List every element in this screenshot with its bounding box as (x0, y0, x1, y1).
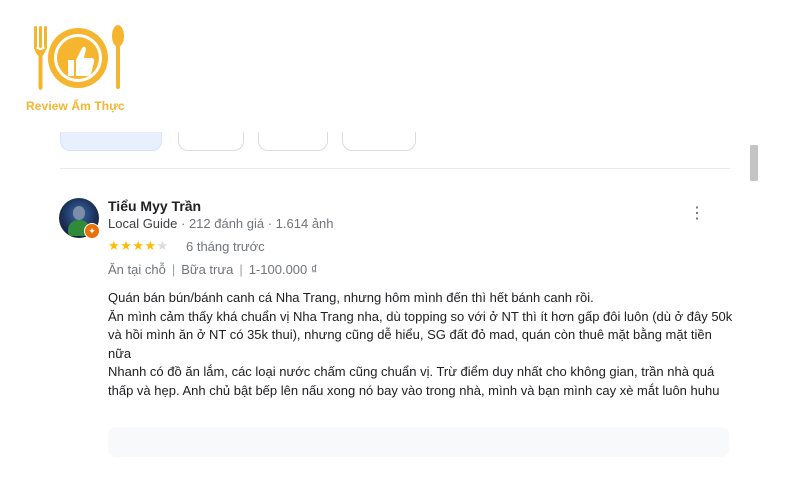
divider (60, 168, 730, 169)
reviewer-meta: Local Guide · 212 đánh giá · 1.614 ảnh (108, 216, 334, 231)
star-empty-icon: ★ (156, 238, 169, 253)
star-icon: ★ (144, 238, 157, 253)
review-text: Quán bán bún/bánh canh cá Nha Trang, như… (108, 289, 733, 400)
tag-meal: Bữa trưa (181, 262, 234, 277)
review-paragraph: Ăn mình cảm thấy khá chuẩn vị Nha Trang … (108, 308, 733, 361)
fork-plate-thumbs-up-spoon-icon (34, 25, 124, 90)
local-guide-badge-icon: ✦ (84, 223, 100, 239)
reviewer-name[interactable]: Tiểu Myy Trần (108, 198, 201, 214)
review-time: 6 tháng trước (186, 239, 265, 254)
scrollbar-thumb[interactable] (750, 145, 758, 181)
filter-chip[interactable] (258, 132, 328, 151)
owner-response-box (108, 427, 729, 457)
review-paragraph: Quán bán bún/bánh canh cá Nha Trang, như… (108, 290, 594, 305)
star-icon: ★ (120, 238, 133, 253)
reviewer-stats: · 212 đánh giá · 1.614 ảnh (177, 216, 334, 231)
brand-name: Review Ẩm Thực (26, 99, 125, 113)
review-tags: Ăn tại chỗ | Bữa trưa | 1-100.000 ₫ (108, 262, 318, 277)
star-icon: ★ (132, 238, 145, 253)
filter-chip[interactable] (178, 132, 244, 151)
tag-service: Ăn tại chỗ (108, 262, 166, 277)
local-guide-label: Local Guide (108, 216, 178, 231)
more-options-icon[interactable]: ⋮ (688, 204, 706, 224)
filter-chip[interactable] (342, 132, 416, 151)
star-rating: ★★★★★ (108, 238, 169, 254)
filter-chip-relevant[interactable] (60, 132, 162, 151)
star-icon: ★ (108, 238, 121, 253)
review-paragraph: Nhanh có đồ ăn lắm, các loại nước chấm c… (108, 364, 720, 398)
brand-logo: Review Ẩm Thực (22, 18, 134, 118)
tag-price: 1-100.000 ₫ (248, 262, 318, 277)
